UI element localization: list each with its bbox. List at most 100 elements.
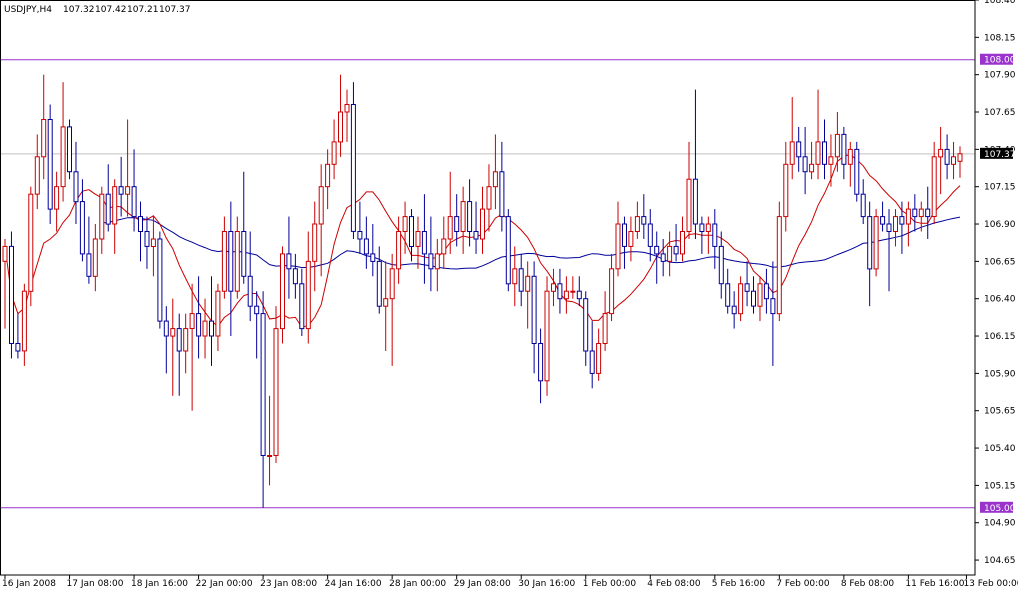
candle-body-118 [763,283,769,300]
header-close: 107.37 [159,5,191,15]
candle-body-69 [447,216,453,240]
y-tick-label-8: 106.40 [984,295,1016,305]
candle-body-84 [544,290,550,382]
header-high: 107.42 [95,5,127,15]
candle-body-44 [286,253,292,270]
candle-body-95 [615,223,621,270]
candle-body-30 [196,313,202,337]
candle-body-147 [951,156,956,165]
candle-body-129 [834,133,840,158]
chart-background [0,0,1018,590]
candle-body-16 [105,193,111,225]
candle-body-125 [809,163,815,173]
candle-body-17 [112,186,118,225]
candle-body-87 [563,290,569,300]
candle-body-120 [776,216,782,315]
y-tick-label-15: 104.65 [984,556,1016,566]
candle-body-32 [209,320,214,337]
candle-body-61 [396,231,402,270]
y-tick-label-0: 108.40 [984,0,1016,6]
candle-body-127 [822,141,827,165]
candle-body-141 [912,208,918,218]
candle-body-23 [150,238,156,247]
candle-body-36 [234,231,240,292]
x-tick-label-14: 11 Feb 16:00 [905,579,964,589]
chart-window[interactable]: 108.40108.15107.90107.65107.40107.15106.… [0,0,1018,590]
candle-body-48 [312,223,318,262]
y-tick-label-12: 105.40 [984,444,1016,454]
candlestick-chart[interactable]: 108.40108.15107.90107.65107.40107.15106.… [0,0,1018,590]
level-tag-label-0: 108.00 [984,56,1016,66]
y-tick-label-2: 107.90 [984,71,1016,81]
candle-body-45 [292,268,298,285]
x-tick-label-10: 4 Feb 08:00 [647,579,701,589]
candle-body-108 [699,223,705,232]
candle-body-96 [622,223,627,247]
candle-body-145 [938,148,944,158]
candle-body-88 [570,290,576,293]
candle-body-77 [499,171,505,218]
candle-body-92 [596,343,602,374]
candle-body-104 [673,245,679,255]
candle-body-71 [460,201,466,233]
candle-body-33 [215,290,221,337]
candle-body-12 [79,201,85,255]
candle-body-8 [54,186,60,210]
candle-body-123 [796,141,802,158]
candle-body-50 [325,163,331,188]
candle-body-117 [757,283,763,307]
candle-body-119 [770,298,776,315]
candle-body-103 [667,245,673,262]
candle-body-7 [47,119,53,210]
candle-body-21 [138,216,143,233]
candle-body-10 [67,126,72,173]
candle-body-37 [241,231,247,277]
candle-body-70 [454,216,460,233]
candle-body-15 [99,193,105,240]
y-tick-label-1: 108.15 [984,33,1016,43]
candle-body-27 [176,328,182,352]
y-tick-label-3: 107.65 [984,108,1016,118]
candle-body-11 [73,171,79,203]
candle-body-39 [254,305,260,315]
candle-body-100 [647,223,653,247]
candle-body-29 [189,313,195,330]
y-tick-label-10: 105.90 [984,369,1016,379]
candle-body-13 [86,253,92,277]
candle-body-64 [415,231,421,247]
candle-body-148 [957,153,963,162]
candle-body-89 [576,290,582,300]
candle-body-102 [660,253,666,262]
candle-body-106 [686,178,692,232]
level-tag-label-1: 105.00 [984,504,1016,514]
candle-body-126 [815,141,821,165]
candle-body-86 [557,283,563,300]
candle-body-79 [512,268,518,285]
candle-body-26 [170,328,176,337]
x-tick-label-9: 1 Feb 00:00 [583,579,637,589]
candle-body-73 [473,231,479,240]
y-tick-label-11: 105.65 [984,407,1016,417]
y-tick-label-7: 106.65 [984,257,1016,267]
candle-body-51 [331,141,337,165]
candle-body-56 [363,238,369,255]
candle-body-99 [641,216,647,225]
candle-body-83 [538,343,544,382]
candle-body-80 [518,268,524,292]
candle-body-62 [402,216,408,233]
candle-body-122 [789,141,795,165]
candle-body-105 [680,231,685,255]
candle-body-28 [183,328,189,352]
candle-body-60 [389,268,395,300]
candle-body-142 [918,208,924,218]
candle-body-121 [783,163,789,218]
x-tick-label-4: 23 Jan 08:00 [260,579,317,589]
candle-body-25 [163,320,169,337]
candle-body-38 [247,275,253,307]
candle-body-116 [751,290,756,307]
candle-body-24 [157,238,163,322]
candle-body-109 [705,223,711,232]
candle-body-114 [738,283,744,315]
candle-body-139 [899,216,905,225]
candle-body-63 [409,216,414,248]
